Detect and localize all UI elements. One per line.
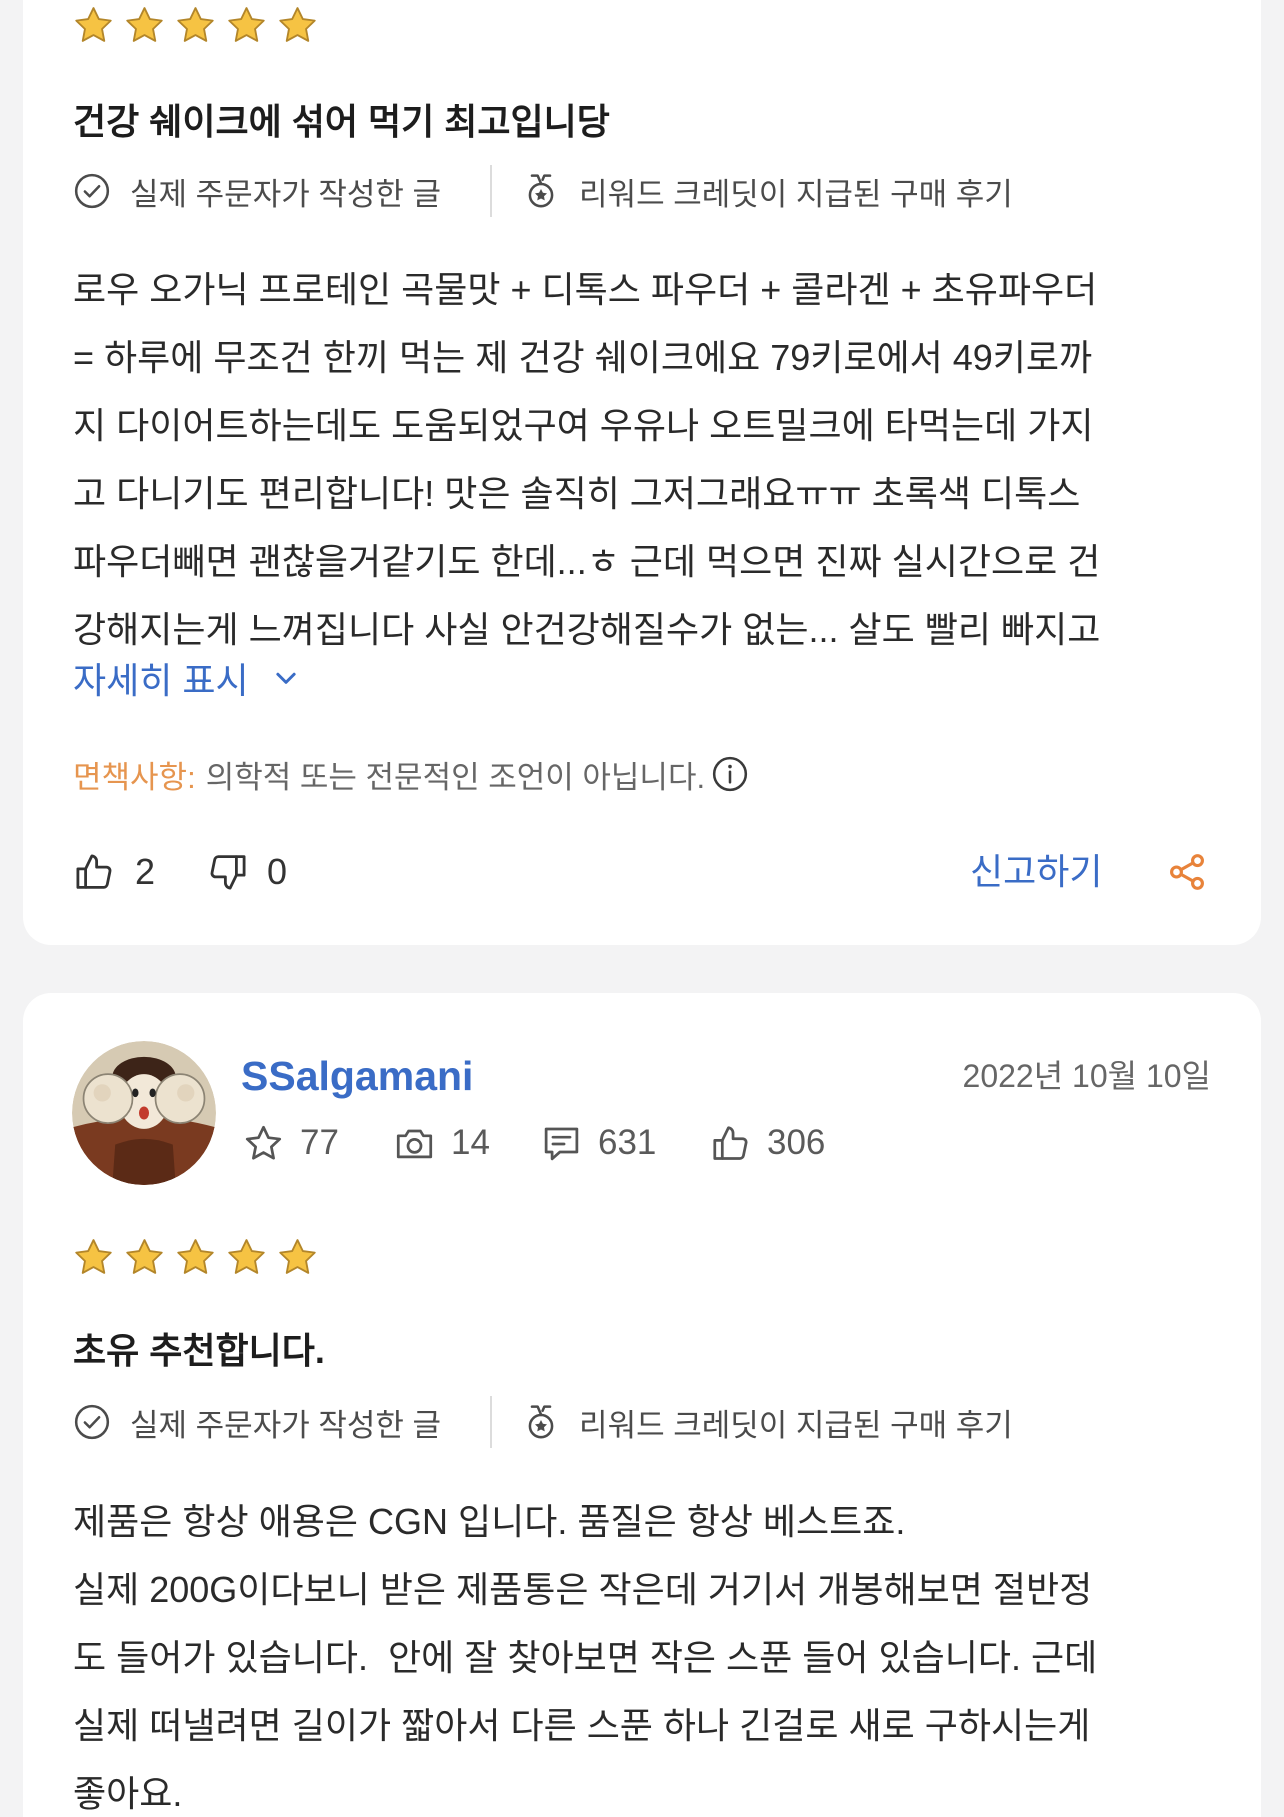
- disclaimer-info-button[interactable]: [711, 755, 749, 793]
- star-filled-icon: [279, 1238, 316, 1274]
- star-filled-icon: [228, 1238, 265, 1274]
- review-text-line: 지 다이어트하는데도 도움되었구여 우유나 오트밀크에 타먹는데 가지: [73, 405, 1094, 446]
- helpful-button[interactable]: 2: [73, 851, 155, 893]
- review-title: 건강 쉐이크에 섞어 먹기 최고입니당: [73, 101, 610, 142]
- star-filled-icon: [75, 6, 112, 42]
- review-text-line: 파우더빼면 괜찮을거같기도 한데...ㅎ 근데 먹으면 진짜 실시간으로 건: [73, 541, 1101, 582]
- chevron-down-icon: [275, 672, 296, 684]
- reviewer-name-link[interactable]: SSalgamani: [241, 1052, 473, 1100]
- review-badges: 실제 주문자가 작성한 글 리워드 크레딧이 지급된 구매 후기: [73, 165, 1013, 217]
- thumbs-down-icon: [210, 855, 246, 890]
- badge-divider: [490, 1396, 493, 1448]
- star-rating: [73, 1236, 318, 1278]
- show-more-label: 자세히 표시: [73, 660, 249, 701]
- verified-purchase-badge: 실제 주문자가 작성한 글: [73, 169, 441, 214]
- review-text-line: 도 들어가 있습니다. 안에 잘 찾아보면 작은 스푼 들어 있습니다. 근데: [73, 1637, 1098, 1678]
- star-rating: [73, 4, 318, 46]
- reviewer-stat-likes: 306: [710, 1119, 825, 1167]
- check-circle-icon: [74, 1404, 110, 1440]
- share-button[interactable]: [1166, 851, 1208, 893]
- reward-credit-badge: 리워드 크레딧이 지급된 구매 후기: [522, 1400, 1013, 1445]
- avatar-image: [72, 1041, 216, 1185]
- thumbs-up-icon: [713, 1125, 748, 1160]
- report-link[interactable]: 신고하기: [970, 848, 1102, 896]
- review-body: 제품은 항상 애용은 CGN 입니다. 품질은 항상 베스트죠. 실제 200G…: [73, 1488, 1097, 1817]
- reward-credit-label: 리워드 크레딧이 지급된 구매 후기: [579, 1407, 1013, 1443]
- reviews-page: 건강 쉐이크에 섞어 먹기 최고입니당 실제 주문자가 작성한 글 리워드 크레…: [0, 0, 1284, 1817]
- stat-value: 14: [451, 1123, 490, 1162]
- info-circle-icon: [712, 756, 748, 792]
- review-text-line: 로우 오가닉 프로테인 곡물맛 + 디톡스 파우더 + 콜라겐 + 초유파우더: [73, 269, 1098, 310]
- reward-credit-label: 리워드 크레딧이 지급된 구매 후기: [579, 176, 1013, 212]
- review-text-line: 고 다니기도 편리합니다! 맛은 솔직히 그저그래요ㅠㅠ 초록색 디톡스: [73, 473, 1081, 514]
- star-filled-icon: [75, 1238, 112, 1274]
- reviewer-stat-reviews: 77: [243, 1119, 339, 1167]
- verified-purchase-label: 실제 주문자가 작성한 글: [130, 1407, 442, 1443]
- verified-purchase-label: 실제 주문자가 작성한 글: [130, 176, 442, 212]
- stat-value: 631: [598, 1123, 657, 1162]
- share-icon: [1170, 854, 1204, 890]
- review-text-line: 실제 떠낼려면 길이가 짧아서 다른 스푼 하나 긴걸로 새로 구하시는게: [73, 1705, 1091, 1746]
- disclaimer: 면책사항: 의학적 또는 전문적인 조언이 아닙니다.: [73, 750, 749, 798]
- review-card: SSalgamani 2022년 10월 10일 77 14 631 306 초…: [23, 993, 1261, 1817]
- show-more-link[interactable]: 자세히 표시: [73, 654, 301, 702]
- stat-value: 77: [300, 1123, 339, 1162]
- helpful-votes: 2 0: [73, 848, 287, 896]
- star-filled-icon: [126, 1238, 163, 1274]
- review-text-line: 실제 200G이다보니 받은 제품통은 작은데 거기서 개봉해보면 절반정: [73, 1569, 1093, 1610]
- star-filled-icon: [279, 6, 316, 42]
- disclaimer-text: 의학적 또는 전문적인 조언이 아닙니다.: [205, 759, 706, 795]
- review-text-line: 제품은 항상 애용은 CGN 입니다. 품질은 항상 베스트죠.: [73, 1501, 906, 1542]
- review-body: 로우 오가닉 프로테인 곡물맛 + 디톡스 파우더 + 콜라겐 + 초유파우더 …: [73, 256, 1100, 664]
- helpful-count: 2: [135, 851, 156, 892]
- review-card: 건강 쉐이크에 섞어 먹기 최고입니당 실제 주문자가 작성한 글 리워드 크레…: [23, 0, 1261, 945]
- star-filled-icon: [228, 6, 265, 42]
- badge-divider: [490, 165, 493, 217]
- camera-icon: [396, 1129, 433, 1158]
- reward-medal-icon: [528, 1405, 554, 1439]
- reward-credit-badge: 리워드 크레딧이 지급된 구매 후기: [522, 169, 1013, 214]
- review-date: 2022년 10월 10일: [962, 1058, 1211, 1094]
- comment-icon: [544, 1127, 579, 1160]
- verified-purchase-badge: 실제 주문자가 작성한 글: [73, 1400, 441, 1445]
- reviewer-stat-comments: 631: [541, 1119, 656, 1167]
- thumbs-up-icon: [76, 854, 112, 889]
- user-avatar[interactable]: [72, 1041, 216, 1185]
- stat-value: 306: [767, 1123, 826, 1162]
- disclaimer-label: 면책사항:: [73, 759, 196, 795]
- star-outline-icon: [245, 1125, 282, 1160]
- star-filled-icon: [126, 6, 163, 42]
- review-badges: 실제 주문자가 작성한 글 리워드 크레딧이 지급된 구매 후기: [73, 1396, 1013, 1448]
- review-text-line: = 하루에 무조건 한끼 먹는 제 건강 쉐이크에요 79키로에서 49키로까: [73, 337, 1093, 378]
- star-filled-icon: [177, 1238, 214, 1274]
- star-filled-icon: [177, 6, 214, 42]
- reviewer-stat-photos: 14: [394, 1119, 490, 1167]
- not-helpful-button[interactable]: 0: [207, 851, 287, 893]
- review-title: 초유 추천합니다.: [73, 1330, 325, 1371]
- reward-medal-icon: [528, 174, 554, 208]
- check-circle-icon: [74, 173, 110, 209]
- not-helpful-count: 0: [267, 851, 288, 892]
- review-text-line: 좋아요.: [73, 1773, 183, 1814]
